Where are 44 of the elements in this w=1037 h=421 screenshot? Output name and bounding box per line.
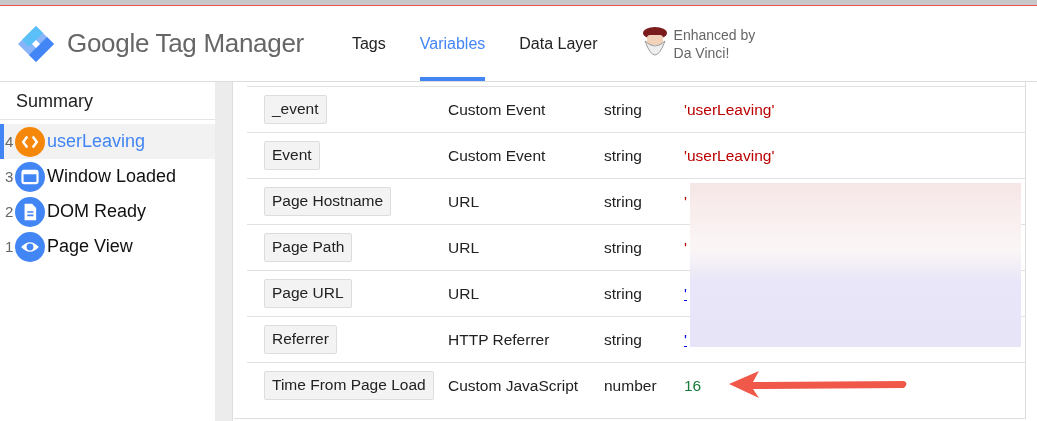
variable-name-chip[interactable]: Page URL [264,279,352,308]
data-type: string [604,284,642,303]
variable-type: HTTP Referrer [448,330,550,349]
variable-value: 'userLeaving' [684,100,775,119]
window-icon [15,161,45,192]
data-type: string [604,330,642,349]
eye-icon [15,231,45,262]
variable-value: ' [684,238,687,257]
variable-name-chip[interactable]: Event [264,141,320,170]
data-type: string [604,192,642,211]
variable-name-chip[interactable]: _event [264,95,327,124]
event-item[interactable]: 3 Window Loaded [0,159,215,194]
variable-value: ' [684,192,687,211]
summary-heading[interactable]: Summary [0,82,215,120]
event-item[interactable]: 1 Page View [0,229,215,264]
variable-name-chip[interactable]: Page Hostname [264,187,392,216]
variable-name-chip[interactable]: Page Path [264,233,353,262]
variable-type: Custom JavaScript [448,376,579,395]
event-item[interactable]: 4 userLeaving [0,124,215,159]
variable-type: URL [448,284,479,303]
document-icon [15,196,45,227]
badge-text: Enhanced by [673,25,756,44]
nav-tab[interactable]: Tags [351,6,386,81]
variable-type: URL [448,192,479,211]
variable-type: URL [448,238,479,257]
variable-type: Custom Event [448,146,546,165]
variable-name-chip[interactable]: Time From Page Load [264,371,434,400]
data-type: string [604,146,642,165]
variable-value: 'userLeaving' [684,146,775,165]
variable-type: Custom Event [448,100,546,119]
data-type: number [604,376,657,395]
nav-tab[interactable]: Variables [419,6,486,81]
badge-text: Da Vinci! [673,43,731,62]
variable-value: 16 [684,376,702,395]
event-item[interactable]: 2 DOM Ready [0,194,215,229]
variable-value: ' [684,284,687,303]
data-type: string [604,100,642,119]
nav-tab[interactable]: Data Layer [519,6,598,81]
data-type: string [604,238,642,257]
product-name: Google Tag Manager [67,28,304,59]
variable-value: ' [684,330,687,349]
logo-icon [17,24,55,63]
code-icon [15,126,45,157]
variable-name-chip[interactable]: Referrer [264,325,337,354]
